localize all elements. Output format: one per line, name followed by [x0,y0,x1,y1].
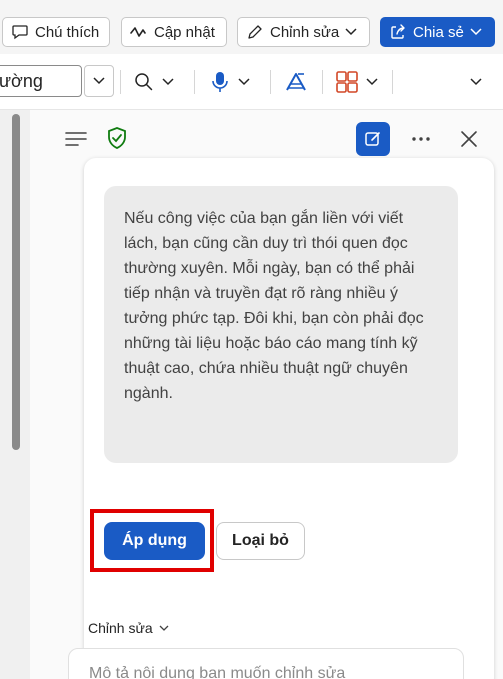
close-icon [461,131,477,147]
chevron-down-icon [345,28,357,36]
discard-button[interactable]: Loại bỏ [216,522,305,560]
microphone-icon [212,72,228,92]
ribbon-expand-button[interactable] [470,68,482,96]
chevron-down-icon [159,625,169,631]
more-icon [412,137,430,141]
share-icon [391,24,405,39]
menu-icon [65,132,87,146]
edit-section-toggle[interactable]: Chỉnh sửa [88,620,169,636]
protection-badge [106,126,128,150]
more-options-button[interactable] [410,128,432,150]
add-ins-button[interactable] [336,68,378,96]
style-dropdown-button[interactable] [84,65,114,97]
top-bar: Chú thích Cập nhật Chỉnh sửa Chia sẻ [0,0,503,54]
apply-button[interactable]: Áp dụng [104,522,205,560]
chevron-down-icon [470,28,482,36]
dictate-button[interactable] [210,68,250,96]
catchup-label: Cập nhật [154,23,215,41]
comment-icon [12,25,28,40]
suggestion-card: Nếu công việc của bạn gắn liền với viết … [84,158,494,679]
search-icon [135,73,153,91]
ribbon-divider [120,70,121,94]
ribbon-divider [270,70,271,94]
editor-button[interactable] [284,68,308,96]
chevron-down-icon [162,78,174,86]
suggestion-text: Nếu công việc của bạn gắn liền với viết … [104,186,458,463]
share-button[interactable]: Chia sẻ [380,17,495,47]
shield-icon [108,127,126,149]
scrollbar-thumb[interactable] [12,114,20,450]
pen-icon [248,25,262,39]
find-button[interactable] [134,68,174,96]
comments-button[interactable]: Chú thích [2,17,110,47]
share-label: Chia sẻ [413,23,464,41]
style-selector[interactable]: ường [0,65,82,97]
chevron-down-icon [366,78,378,86]
prompt-input[interactable]: Mô tả nội dung bạn muốn chỉnh sửa [68,648,464,679]
new-chat-button[interactable] [356,122,390,156]
ribbon-divider [392,70,393,94]
grid-icon [336,71,358,93]
close-pane-button[interactable] [459,129,479,149]
comments-label: Chú thích [35,23,100,41]
chevron-down-icon [238,78,250,86]
new-chat-icon [365,132,380,146]
ribbon-divider [322,70,323,94]
editor-icon [286,73,306,91]
chevron-down-icon [93,77,105,85]
chevron-down-icon [470,78,482,86]
edit-section-label: Chỉnh sửa [88,620,153,636]
ribbon: ường [0,54,503,110]
editing-mode-button[interactable]: Chỉnh sửa [237,17,370,47]
ribbon-divider [194,70,195,94]
catchup-button[interactable]: Cập nhật [121,17,227,47]
catchup-icon [130,27,146,37]
copilot-pane: Nếu công việc của bạn gắn liền với viết … [30,110,503,679]
menu-button[interactable] [64,128,88,150]
editing-mode-label: Chỉnh sửa [270,23,340,41]
